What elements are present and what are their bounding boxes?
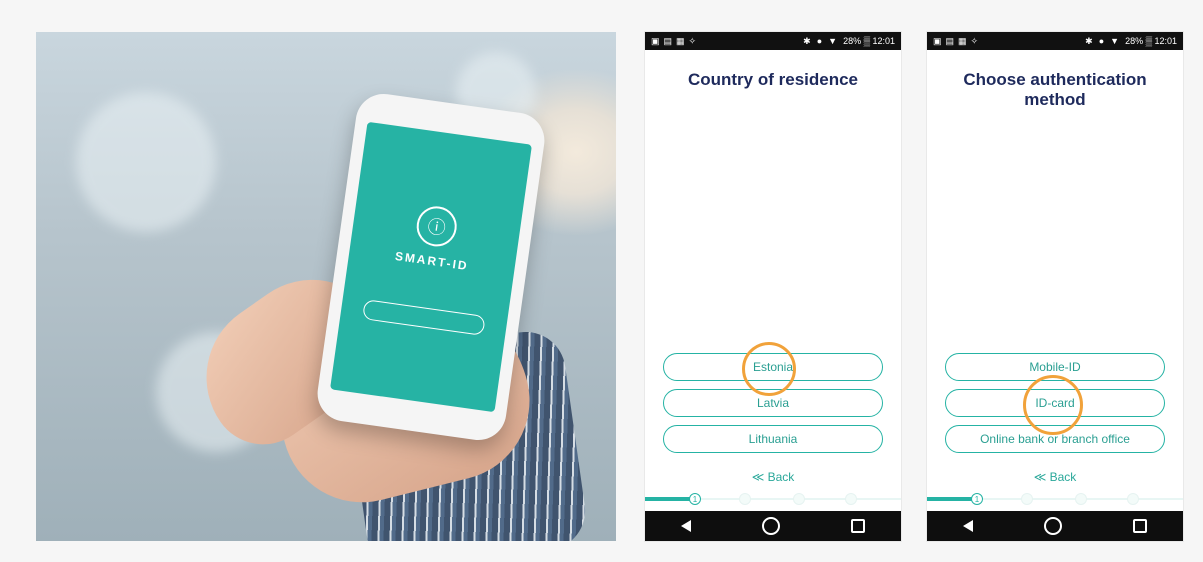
bluetooth-icon: ✱: [803, 35, 811, 46]
progress-step-4: 4: [845, 493, 857, 505]
status-icon: ▤: [663, 35, 673, 46]
page-title: Country of residence: [687, 70, 859, 89]
back-triangle-icon[interactable]: [680, 520, 691, 532]
highlight-circle: [742, 342, 796, 396]
phone-screen-auth: ▣ ▤ ▦ ✧ ✱ ● ▼ 28% ▒ 12:01 Choose authent…: [927, 32, 1183, 541]
progress-indicator: 1 2 3 4: [927, 493, 1183, 505]
bokeh-light: [76, 92, 216, 232]
status-bar: ▣ ▤ ▦ ✧ ✱ ● ▼ 28% ▒ 12:01: [645, 32, 901, 50]
progress-step-1: 1: [971, 493, 983, 505]
status-icon: ▤: [945, 35, 955, 46]
brand-text: SMART-ID: [394, 248, 470, 274]
option-lithuania-button[interactable]: Lithuania: [663, 425, 883, 453]
status-icon: ▣: [651, 35, 660, 46]
back-triangle-icon[interactable]: [962, 520, 973, 532]
phone-screen-country: ▣ ▤ ▦ ✧ ✱ ● ▼ 28% ▒ 12:01 Country of res…: [645, 32, 901, 541]
android-nav-bar: [927, 511, 1183, 541]
recents-square-icon[interactable]: [851, 519, 866, 533]
status-icon: ▣: [933, 35, 942, 46]
progress-step-2: 2: [739, 493, 751, 505]
highlight-circle: [1023, 375, 1083, 435]
status-icon: ✧: [688, 35, 697, 46]
status-icon: ✧: [970, 35, 979, 46]
back-link[interactable]: ≪ Back: [927, 470, 1183, 484]
status-text: 28% ▒ 12:01: [1125, 36, 1177, 46]
device-button-outline: [362, 299, 486, 336]
progress-step-4: 4: [1127, 493, 1139, 505]
status-text: 28% ▒ 12:01: [843, 36, 895, 46]
home-circle-icon[interactable]: [1043, 517, 1062, 535]
status-icon: ▦: [676, 35, 685, 46]
dnd-icon: ●: [1098, 36, 1105, 46]
android-nav-bar: [645, 511, 901, 541]
smart-id-logo-icon: ⓘ: [414, 203, 460, 249]
progress-step-3: 3: [793, 493, 805, 505]
progress-step-1: 1: [689, 493, 701, 505]
progress-step-3: 3: [1075, 493, 1087, 505]
status-bar: ▣ ▤ ▦ ✧ ✱ ● ▼ 28% ▒ 12:01: [927, 32, 1183, 50]
status-icon: ▦: [958, 35, 967, 46]
bluetooth-icon: ✱: [1085, 35, 1093, 46]
progress-step-2: 2: [1021, 493, 1033, 505]
wifi-icon: ▼: [1110, 36, 1120, 46]
back-link[interactable]: ≪ Back: [645, 470, 901, 484]
hero-photo: ⓘ SMART-ID: [36, 32, 616, 541]
dnd-icon: ●: [816, 36, 823, 46]
home-circle-icon[interactable]: [761, 517, 780, 535]
page-title: Choose authentication method: [963, 70, 1147, 109]
device-screen: ⓘ SMART-ID: [330, 121, 532, 413]
wifi-icon: ▼: [828, 36, 838, 46]
recents-square-icon[interactable]: [1133, 519, 1148, 533]
progress-indicator: 1 2 3 4: [645, 493, 901, 505]
